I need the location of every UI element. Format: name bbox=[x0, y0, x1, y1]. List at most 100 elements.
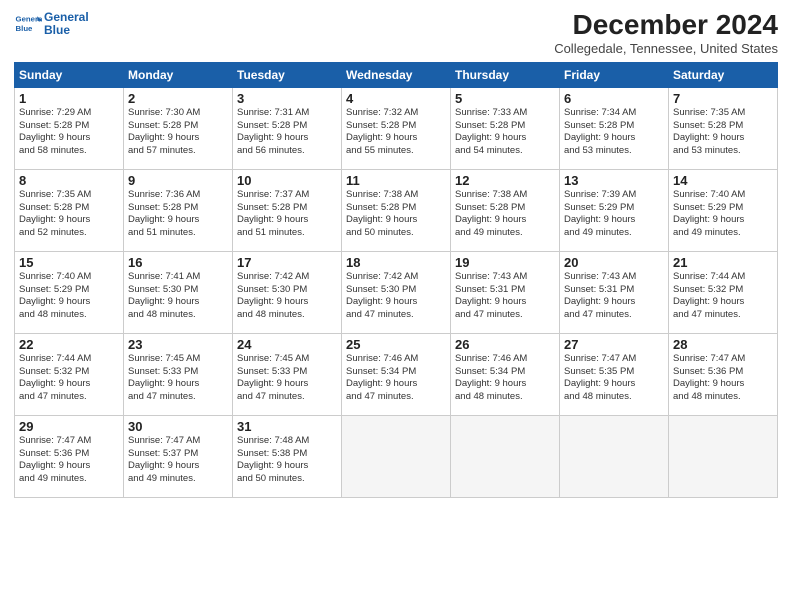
day-number: 16 bbox=[128, 255, 228, 270]
day-number: 4 bbox=[346, 91, 446, 106]
day-number: 26 bbox=[455, 337, 555, 352]
calendar-cell: 24 Sunrise: 7:45 AMSunset: 5:33 PMDaylig… bbox=[233, 333, 342, 415]
calendar-cell: 14 Sunrise: 7:40 AMSunset: 5:29 PMDaylig… bbox=[669, 169, 778, 251]
day-number: 8 bbox=[19, 173, 119, 188]
cell-info: Sunrise: 7:42 AMSunset: 5:30 PMDaylight:… bbox=[237, 271, 309, 320]
calendar-cell bbox=[342, 415, 451, 497]
day-number: 5 bbox=[455, 91, 555, 106]
day-number: 3 bbox=[237, 91, 337, 106]
day-number: 25 bbox=[346, 337, 446, 352]
cell-info: Sunrise: 7:46 AMSunset: 5:34 PMDaylight:… bbox=[346, 353, 418, 402]
weekday-friday: Friday bbox=[560, 62, 669, 87]
week-row-2: 8 Sunrise: 7:35 AMSunset: 5:28 PMDayligh… bbox=[15, 169, 778, 251]
calendar-cell: 7 Sunrise: 7:35 AMSunset: 5:28 PMDayligh… bbox=[669, 87, 778, 169]
calendar-cell: 12 Sunrise: 7:38 AMSunset: 5:28 PMDaylig… bbox=[451, 169, 560, 251]
day-number: 23 bbox=[128, 337, 228, 352]
calendar-cell: 31 Sunrise: 7:48 AMSunset: 5:38 PMDaylig… bbox=[233, 415, 342, 497]
weekday-thursday: Thursday bbox=[451, 62, 560, 87]
cell-info: Sunrise: 7:44 AMSunset: 5:32 PMDaylight:… bbox=[673, 271, 745, 320]
week-row-3: 15 Sunrise: 7:40 AMSunset: 5:29 PMDaylig… bbox=[15, 251, 778, 333]
day-number: 12 bbox=[455, 173, 555, 188]
month-title: December 2024 bbox=[554, 10, 778, 41]
day-number: 27 bbox=[564, 337, 664, 352]
cell-info: Sunrise: 7:31 AMSunset: 5:28 PMDaylight:… bbox=[237, 107, 309, 156]
cell-info: Sunrise: 7:38 AMSunset: 5:28 PMDaylight:… bbox=[455, 189, 527, 238]
location: Collegedale, Tennessee, United States bbox=[554, 41, 778, 56]
calendar-cell: 27 Sunrise: 7:47 AMSunset: 5:35 PMDaylig… bbox=[560, 333, 669, 415]
calendar-cell: 8 Sunrise: 7:35 AMSunset: 5:28 PMDayligh… bbox=[15, 169, 124, 251]
calendar-cell: 26 Sunrise: 7:46 AMSunset: 5:34 PMDaylig… bbox=[451, 333, 560, 415]
calendar-cell: 21 Sunrise: 7:44 AMSunset: 5:32 PMDaylig… bbox=[669, 251, 778, 333]
cell-info: Sunrise: 7:38 AMSunset: 5:28 PMDaylight:… bbox=[346, 189, 418, 238]
calendar-cell: 9 Sunrise: 7:36 AMSunset: 5:28 PMDayligh… bbox=[124, 169, 233, 251]
day-number: 20 bbox=[564, 255, 664, 270]
day-number: 11 bbox=[346, 173, 446, 188]
weekday-saturday: Saturday bbox=[669, 62, 778, 87]
cell-info: Sunrise: 7:46 AMSunset: 5:34 PMDaylight:… bbox=[455, 353, 527, 402]
cell-info: Sunrise: 7:47 AMSunset: 5:37 PMDaylight:… bbox=[128, 435, 200, 484]
day-number: 15 bbox=[19, 255, 119, 270]
logo-icon: General Blue bbox=[14, 10, 42, 38]
day-number: 30 bbox=[128, 419, 228, 434]
weekday-header: SundayMondayTuesdayWednesdayThursdayFrid… bbox=[15, 62, 778, 87]
cell-info: Sunrise: 7:47 AMSunset: 5:35 PMDaylight:… bbox=[564, 353, 636, 402]
calendar-cell bbox=[669, 415, 778, 497]
week-row-1: 1 Sunrise: 7:29 AMSunset: 5:28 PMDayligh… bbox=[15, 87, 778, 169]
calendar-cell: 20 Sunrise: 7:43 AMSunset: 5:31 PMDaylig… bbox=[560, 251, 669, 333]
title-block: December 2024 Collegedale, Tennessee, Un… bbox=[554, 10, 778, 56]
cell-info: Sunrise: 7:47 AMSunset: 5:36 PMDaylight:… bbox=[673, 353, 745, 402]
calendar-cell: 3 Sunrise: 7:31 AMSunset: 5:28 PMDayligh… bbox=[233, 87, 342, 169]
calendar-cell: 30 Sunrise: 7:47 AMSunset: 5:37 PMDaylig… bbox=[124, 415, 233, 497]
calendar-cell: 5 Sunrise: 7:33 AMSunset: 5:28 PMDayligh… bbox=[451, 87, 560, 169]
cell-info: Sunrise: 7:41 AMSunset: 5:30 PMDaylight:… bbox=[128, 271, 200, 320]
cell-info: Sunrise: 7:40 AMSunset: 5:29 PMDaylight:… bbox=[19, 271, 91, 320]
day-number: 14 bbox=[673, 173, 773, 188]
cell-info: Sunrise: 7:35 AMSunset: 5:28 PMDaylight:… bbox=[19, 189, 91, 238]
day-number: 17 bbox=[237, 255, 337, 270]
cell-info: Sunrise: 7:35 AMSunset: 5:28 PMDaylight:… bbox=[673, 107, 745, 156]
weekday-wednesday: Wednesday bbox=[342, 62, 451, 87]
calendar-cell: 23 Sunrise: 7:45 AMSunset: 5:33 PMDaylig… bbox=[124, 333, 233, 415]
calendar-cell: 28 Sunrise: 7:47 AMSunset: 5:36 PMDaylig… bbox=[669, 333, 778, 415]
calendar-cell bbox=[560, 415, 669, 497]
calendar-cell: 18 Sunrise: 7:42 AMSunset: 5:30 PMDaylig… bbox=[342, 251, 451, 333]
logo-line2: Blue bbox=[44, 24, 89, 37]
day-number: 29 bbox=[19, 419, 119, 434]
cell-info: Sunrise: 7:30 AMSunset: 5:28 PMDaylight:… bbox=[128, 107, 200, 156]
cell-info: Sunrise: 7:34 AMSunset: 5:28 PMDaylight:… bbox=[564, 107, 636, 156]
calendar-cell: 19 Sunrise: 7:43 AMSunset: 5:31 PMDaylig… bbox=[451, 251, 560, 333]
calendar-cell: 6 Sunrise: 7:34 AMSunset: 5:28 PMDayligh… bbox=[560, 87, 669, 169]
day-number: 31 bbox=[237, 419, 337, 434]
cell-info: Sunrise: 7:32 AMSunset: 5:28 PMDaylight:… bbox=[346, 107, 418, 156]
calendar-cell: 15 Sunrise: 7:40 AMSunset: 5:29 PMDaylig… bbox=[15, 251, 124, 333]
cell-info: Sunrise: 7:37 AMSunset: 5:28 PMDaylight:… bbox=[237, 189, 309, 238]
cell-info: Sunrise: 7:45 AMSunset: 5:33 PMDaylight:… bbox=[237, 353, 309, 402]
week-row-4: 22 Sunrise: 7:44 AMSunset: 5:32 PMDaylig… bbox=[15, 333, 778, 415]
week-row-5: 29 Sunrise: 7:47 AMSunset: 5:36 PMDaylig… bbox=[15, 415, 778, 497]
calendar: SundayMondayTuesdayWednesdayThursdayFrid… bbox=[14, 62, 778, 498]
calendar-cell: 25 Sunrise: 7:46 AMSunset: 5:34 PMDaylig… bbox=[342, 333, 451, 415]
page: General Blue General Blue December 2024 … bbox=[0, 0, 792, 508]
svg-text:Blue: Blue bbox=[16, 24, 34, 33]
weekday-sunday: Sunday bbox=[15, 62, 124, 87]
day-number: 10 bbox=[237, 173, 337, 188]
cell-info: Sunrise: 7:42 AMSunset: 5:30 PMDaylight:… bbox=[346, 271, 418, 320]
cell-info: Sunrise: 7:39 AMSunset: 5:29 PMDaylight:… bbox=[564, 189, 636, 238]
cell-info: Sunrise: 7:36 AMSunset: 5:28 PMDaylight:… bbox=[128, 189, 200, 238]
day-number: 6 bbox=[564, 91, 664, 106]
day-number: 22 bbox=[19, 337, 119, 352]
cell-info: Sunrise: 7:43 AMSunset: 5:31 PMDaylight:… bbox=[455, 271, 527, 320]
weekday-tuesday: Tuesday bbox=[233, 62, 342, 87]
cell-info: Sunrise: 7:47 AMSunset: 5:36 PMDaylight:… bbox=[19, 435, 91, 484]
day-number: 2 bbox=[128, 91, 228, 106]
calendar-cell: 11 Sunrise: 7:38 AMSunset: 5:28 PMDaylig… bbox=[342, 169, 451, 251]
day-number: 21 bbox=[673, 255, 773, 270]
cell-info: Sunrise: 7:29 AMSunset: 5:28 PMDaylight:… bbox=[19, 107, 91, 156]
day-number: 18 bbox=[346, 255, 446, 270]
calendar-cell bbox=[451, 415, 560, 497]
day-number: 13 bbox=[564, 173, 664, 188]
calendar-cell: 2 Sunrise: 7:30 AMSunset: 5:28 PMDayligh… bbox=[124, 87, 233, 169]
cell-info: Sunrise: 7:43 AMSunset: 5:31 PMDaylight:… bbox=[564, 271, 636, 320]
header: General Blue General Blue December 2024 … bbox=[14, 10, 778, 56]
cell-info: Sunrise: 7:48 AMSunset: 5:38 PMDaylight:… bbox=[237, 435, 309, 484]
